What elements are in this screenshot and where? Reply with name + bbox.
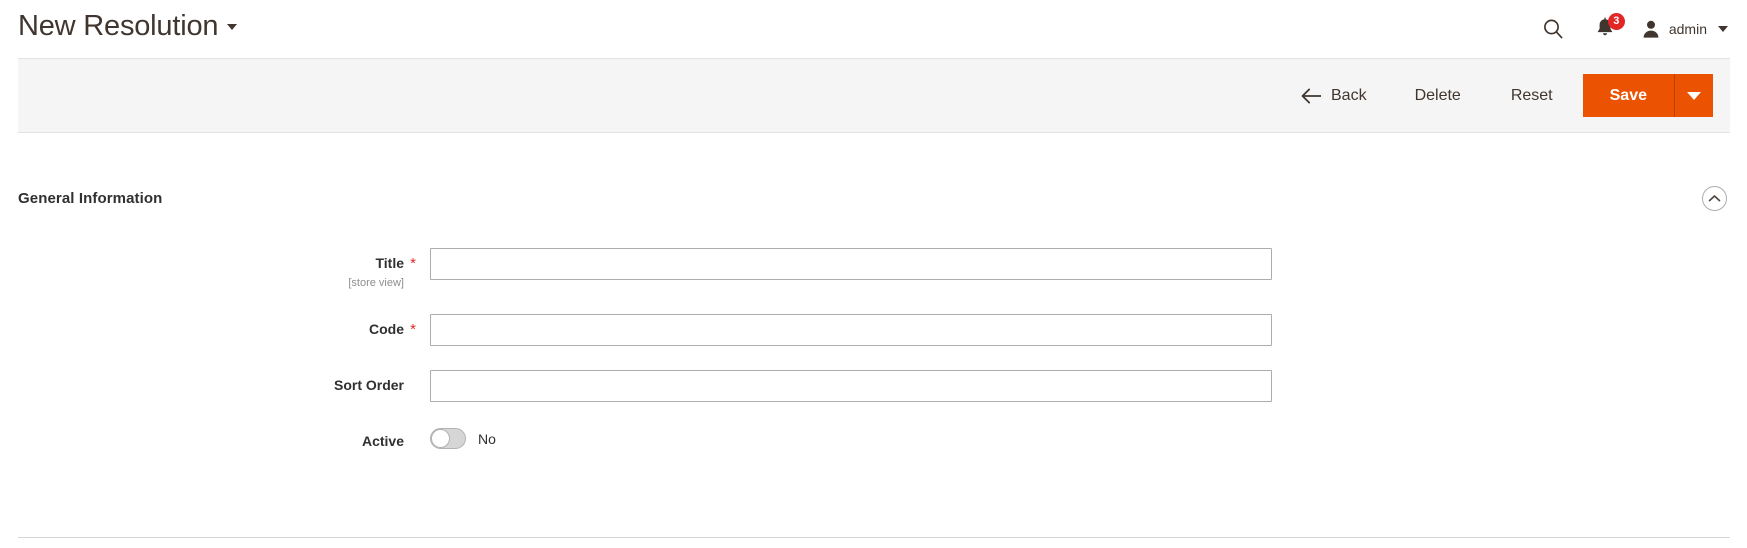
field-label-col: Sort Order <box>0 370 422 395</box>
code-field-label: Code <box>369 321 404 337</box>
notification-badge: 3 <box>1607 13 1625 30</box>
search-icon <box>1543 19 1563 39</box>
back-button-label: Back <box>1331 86 1367 104</box>
admin-page: New Resolution 3 admin Back Delete Reset… <box>0 0 1747 548</box>
save-options-button[interactable] <box>1675 74 1713 117</box>
code-input[interactable] <box>430 314 1272 346</box>
page-title: New Resolution <box>18 10 219 42</box>
user-menu-button[interactable]: admin <box>1631 0 1728 58</box>
search-button[interactable] <box>1527 0 1579 58</box>
field-input-col <box>422 314 1747 346</box>
page-actions-toolbar: Back Delete Reset Save <box>18 58 1730 133</box>
user-name-label: admin <box>1668 21 1707 37</box>
save-button[interactable]: Save <box>1582 74 1675 117</box>
title-input[interactable] <box>430 248 1272 280</box>
toggle-knob <box>431 429 450 448</box>
field-row-sort-order: Sort Order <box>0 370 1747 402</box>
chevron-up-icon <box>1708 194 1721 201</box>
reset-button[interactable]: Reset <box>1511 87 1553 105</box>
required-indicator: * <box>410 321 416 338</box>
field-row-title: Title * [store view] <box>0 248 1747 290</box>
field-input-col <box>422 248 1747 280</box>
back-button[interactable]: Back <box>1301 87 1367 105</box>
page-title-group[interactable]: New Resolution <box>18 9 238 43</box>
chevron-down-icon <box>1687 91 1701 100</box>
save-button-group: Save <box>1582 74 1713 117</box>
sort-order-input[interactable] <box>430 370 1272 402</box>
field-label-col: Active <box>0 426 422 451</box>
active-toggle-state-label: No <box>478 430 496 447</box>
bell-wrapper: 3 <box>1594 13 1625 41</box>
delete-button[interactable]: Delete <box>1415 87 1461 105</box>
required-indicator: * <box>410 255 416 272</box>
active-toggle-wrapper: No <box>430 426 1747 449</box>
header-actions: 3 admin <box>1527 0 1728 58</box>
field-label-col: Code * <box>0 314 422 339</box>
field-row-active: Active No <box>0 426 1747 451</box>
chevron-up-circle-icon[interactable] <box>1702 185 1727 211</box>
general-information-section-header[interactable]: General Information <box>18 173 1730 223</box>
page-header: New Resolution 3 admin <box>0 0 1747 58</box>
arrow-left-icon <box>1301 87 1321 104</box>
title-scope-note: [store view] <box>348 277 404 289</box>
title-field-label: Title <box>375 255 404 271</box>
chevron-down-icon[interactable] <box>227 24 238 30</box>
section-title: General Information <box>18 189 163 207</box>
field-input-col <box>422 370 1747 402</box>
chevron-down-icon <box>1718 26 1728 32</box>
field-input-col: No <box>422 426 1747 449</box>
field-label-col: Title * [store view] <box>0 248 422 290</box>
notifications-button[interactable]: 3 <box>1579 0 1631 58</box>
section-divider <box>18 537 1730 538</box>
user-icon <box>1643 20 1659 38</box>
active-field-label: Active <box>361 433 404 449</box>
active-toggle[interactable] <box>430 428 466 449</box>
general-information-form: Title * [store view] Code * Sort Order A… <box>0 248 1747 451</box>
sort-order-field-label: Sort Order <box>333 377 404 393</box>
field-row-code: Code * <box>0 314 1747 346</box>
